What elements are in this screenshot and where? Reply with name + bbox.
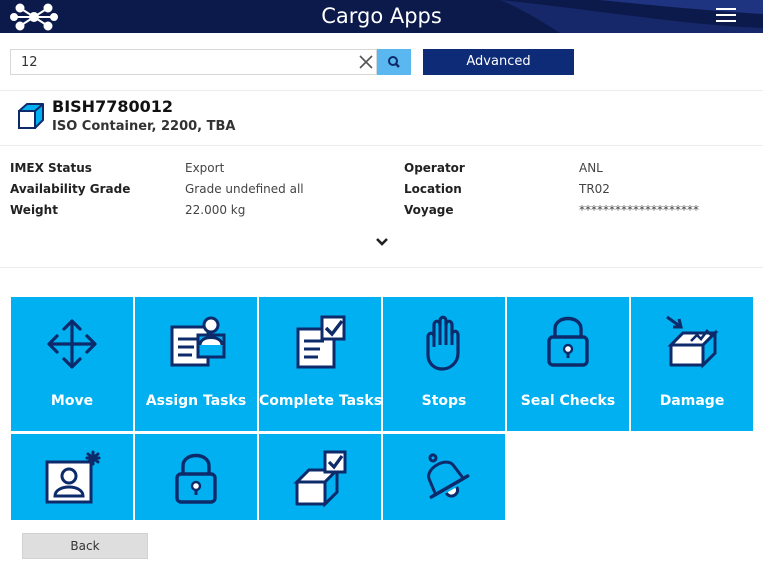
divider [0, 145, 763, 146]
search-button[interactable] [377, 49, 411, 75]
tile-complete-tasks[interactable]: Complete Tasks [259, 297, 383, 431]
tile-label: Damage [659, 393, 725, 409]
padlock-icon [175, 453, 217, 504]
tile-label: Complete Tasks [259, 393, 383, 409]
stop-hand-icon [426, 315, 460, 371]
location-label: Location [404, 182, 462, 196]
app-header: Cargo Apps [0, 0, 763, 33]
search-icon [388, 56, 400, 68]
app-title: Cargo Apps [321, 4, 442, 28]
tile-seal-checks[interactable]: Seal Checks [507, 297, 629, 431]
padlock-icon [547, 316, 589, 367]
container-icon [18, 103, 44, 129]
tile-label: Seal Checks [520, 393, 616, 409]
location-value: TR02 [579, 182, 610, 196]
hamburger-menu-icon[interactable] [716, 8, 736, 24]
availability-grade-value: Grade undefined all [185, 182, 304, 196]
damaged-container-icon [666, 315, 719, 369]
voyage-label: Voyage [404, 203, 454, 217]
move-arrows-icon [47, 319, 97, 369]
assign-tasks-icon [170, 316, 226, 367]
operator-label: Operator [404, 161, 465, 175]
weight-value: 22.000 kg [185, 203, 246, 217]
tile-assign-tasks[interactable]: Assign Tasks [135, 297, 257, 431]
tile-personnel[interactable] [11, 434, 133, 520]
search-input[interactable] [11, 50, 341, 74]
tile-container-check[interactable] [259, 434, 381, 520]
operator-value: ANL [579, 161, 603, 175]
availability-grade-label: Availability Grade [10, 182, 131, 196]
complete-tasks-icon [296, 315, 346, 369]
advanced-button[interactable]: Advanced [423, 49, 574, 75]
tile-lock[interactable] [135, 434, 257, 520]
tile-stops[interactable]: Stops [383, 297, 505, 431]
voyage-value: ******************** [579, 203, 699, 217]
alarm-bell-icon [427, 453, 470, 499]
tile-label: Stops [421, 393, 467, 409]
unit-id: BISH7780012 [52, 97, 173, 116]
person-badge-icon [45, 450, 101, 504]
unit-description: ISO Container, 2200, TBA [52, 119, 236, 134]
divider [0, 90, 763, 91]
container-check-icon [293, 450, 347, 508]
back-button[interactable]: Back [22, 533, 148, 559]
imex-status-label: IMEX Status [10, 161, 92, 175]
clear-icon[interactable] [357, 53, 375, 71]
tile-move[interactable]: Move [11, 297, 133, 431]
imex-status-value: Export [185, 161, 225, 175]
tile-alarm[interactable] [383, 434, 505, 520]
tile-label: Move [50, 393, 94, 409]
tile-damage[interactable]: Damage [631, 297, 753, 431]
search-box [10, 49, 377, 75]
weight-label: Weight [10, 203, 58, 217]
divider [0, 267, 763, 268]
chevron-down-icon[interactable] [374, 236, 390, 248]
tile-label: Assign Tasks [145, 393, 247, 409]
